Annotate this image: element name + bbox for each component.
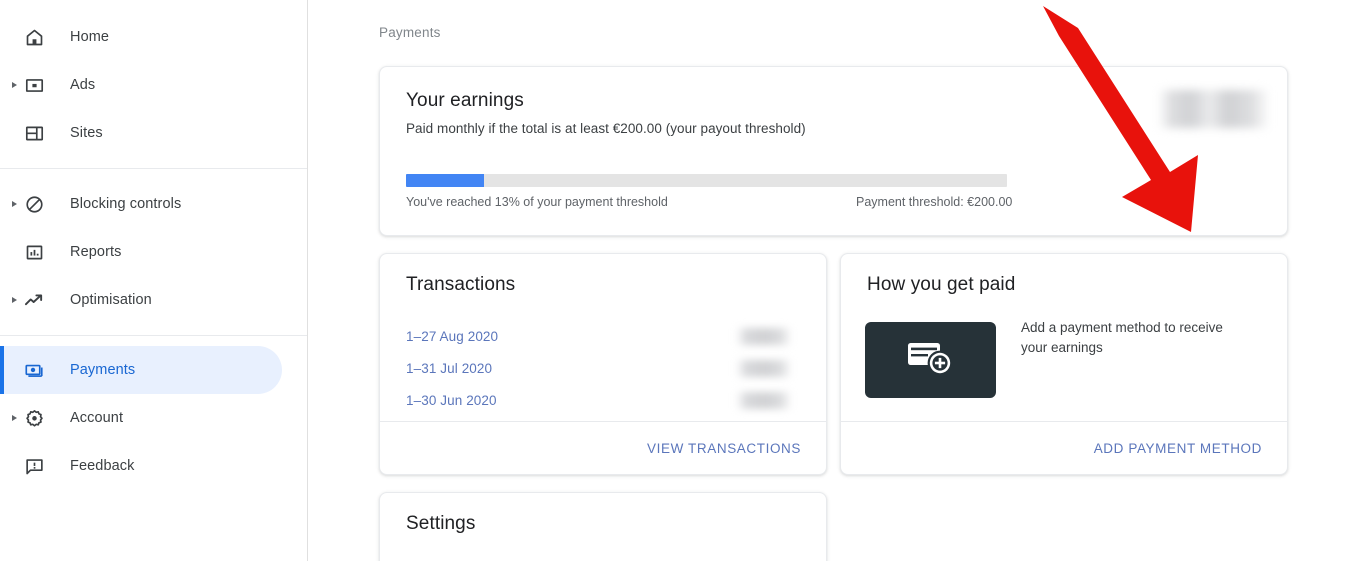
transaction-amount-redacted bbox=[736, 359, 792, 377]
sidebar: Home Ads Sites Blocking controls Reports… bbox=[0, 0, 308, 561]
payment-threshold-progress-bar bbox=[406, 174, 1007, 187]
transactions-card: Transactions 1–27 Aug 2020 1–31 Jul 2020… bbox=[379, 253, 827, 475]
sidebar-item-sites[interactable]: Sites bbox=[0, 109, 307, 157]
settings-title: Settings bbox=[406, 513, 476, 534]
how-you-get-paid-description: Add a payment method to receive your ear… bbox=[1021, 320, 1223, 355]
view-transactions-button[interactable]: VIEW TRANSACTIONS bbox=[647, 441, 801, 456]
optimisation-icon bbox=[22, 288, 46, 312]
payment-threshold-label: Payment threshold: €200.00 bbox=[856, 195, 1013, 209]
transactions-title: Transactions bbox=[406, 274, 516, 295]
block-icon bbox=[22, 192, 46, 216]
chevron-right-icon[interactable] bbox=[10, 200, 18, 208]
sidebar-group-1: Home Ads Sites bbox=[0, 13, 307, 168]
chevron-right-icon[interactable] bbox=[10, 296, 18, 304]
how-you-get-paid-card: How you get paid Add a payment method to… bbox=[840, 253, 1288, 475]
progress-reached-label: You've reached 13% of your payment thres… bbox=[406, 195, 668, 209]
payment-threshold-progress-fill bbox=[406, 174, 485, 187]
feedback-icon bbox=[22, 454, 46, 478]
breadcrumb: Payments bbox=[379, 25, 441, 40]
how-you-get-paid-card-footer: ADD PAYMENT METHOD bbox=[841, 421, 1287, 474]
transaction-row[interactable]: 1–30 Jun 2020 bbox=[406, 384, 802, 416]
add-payment-method-button[interactable]: ADD PAYMENT METHOD bbox=[1094, 441, 1262, 456]
sidebar-item-label: Sites bbox=[70, 125, 103, 141]
payments-icon bbox=[22, 358, 46, 382]
sidebar-item-payments[interactable]: Payments bbox=[0, 346, 307, 394]
transactions-card-footer: VIEW TRANSACTIONS bbox=[380, 421, 826, 474]
settings-card: Settings bbox=[379, 492, 827, 561]
sites-icon bbox=[22, 121, 46, 145]
sidebar-item-label: Feedback bbox=[70, 458, 135, 474]
transactions-list: 1–27 Aug 2020 1–31 Jul 2020 1–30 Jun 202… bbox=[406, 320, 802, 416]
sidebar-item-reports[interactable]: Reports bbox=[0, 228, 307, 276]
sidebar-item-account[interactable]: Account bbox=[0, 394, 307, 442]
earnings-card: Your earnings Paid monthly if the total … bbox=[379, 66, 1288, 236]
how-you-get-paid-title: How you get paid bbox=[867, 274, 1016, 295]
sidebar-item-label: Home bbox=[70, 29, 110, 45]
transaction-amount-redacted bbox=[736, 327, 792, 345]
earnings-subtitle: Paid monthly if the total is at least €2… bbox=[406, 121, 806, 136]
chevron-right-icon[interactable] bbox=[10, 81, 18, 89]
chevron-right-icon[interactable] bbox=[10, 414, 18, 422]
ads-icon bbox=[22, 73, 46, 97]
main-content: Payments Your earnings Paid monthly if t… bbox=[308, 0, 1352, 561]
sidebar-item-home[interactable]: Home bbox=[0, 13, 307, 61]
home-icon bbox=[22, 25, 46, 49]
sidebar-group-3: Payments Account Feedback bbox=[0, 335, 307, 490]
add-card-icon bbox=[904, 336, 958, 385]
active-indicator-bar bbox=[0, 346, 4, 394]
account-icon bbox=[22, 406, 46, 430]
sidebar-item-label: Reports bbox=[70, 244, 122, 260]
sidebar-item-feedback[interactable]: Feedback bbox=[0, 442, 307, 490]
transaction-period-link[interactable]: 1–31 Jul 2020 bbox=[406, 361, 492, 376]
sidebar-item-label: Account bbox=[70, 410, 124, 426]
sidebar-item-label: Blocking controls bbox=[70, 196, 182, 212]
earnings-amount-redacted bbox=[1158, 90, 1270, 128]
reports-icon bbox=[22, 240, 46, 264]
transaction-row[interactable]: 1–27 Aug 2020 bbox=[406, 320, 802, 352]
transaction-amount-redacted bbox=[736, 391, 792, 409]
earnings-title: Your earnings bbox=[406, 90, 524, 111]
transaction-period-link[interactable]: 1–30 Jun 2020 bbox=[406, 393, 497, 408]
sidebar-group-2: Blocking controls Reports Optimisation bbox=[0, 168, 307, 335]
sidebar-item-label: Payments bbox=[70, 362, 136, 378]
transaction-row[interactable]: 1–31 Jul 2020 bbox=[406, 352, 802, 384]
sidebar-item-ads[interactable]: Ads bbox=[0, 61, 307, 109]
sidebar-item-label: Optimisation bbox=[70, 292, 152, 308]
sidebar-item-optimisation[interactable]: Optimisation bbox=[0, 276, 307, 324]
payment-method-illustration bbox=[865, 322, 996, 398]
sidebar-item-label: Ads bbox=[70, 77, 96, 93]
sidebar-item-blocking-controls[interactable]: Blocking controls bbox=[0, 180, 307, 228]
transaction-period-link[interactable]: 1–27 Aug 2020 bbox=[406, 329, 498, 344]
payments-page: Home Ads Sites Blocking controls Reports… bbox=[0, 0, 1352, 561]
